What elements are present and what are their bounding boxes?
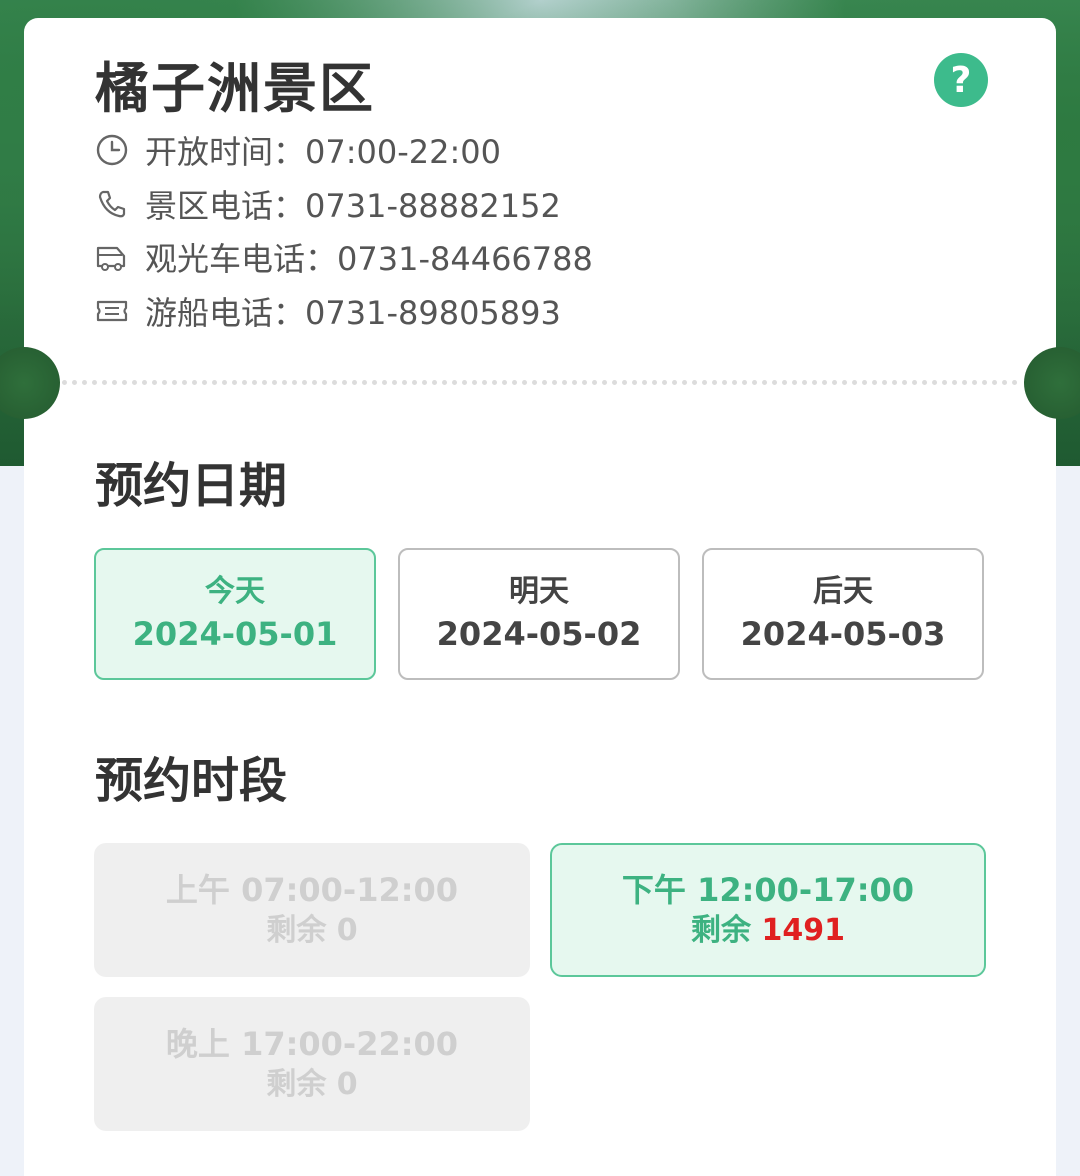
date-option-date: 2024-05-02 [436, 615, 642, 653]
ticket-perforation-divider [62, 380, 1018, 385]
slot-remaining: 剩余 0 [266, 1067, 358, 1102]
date-section-title: 预约日期 [95, 458, 288, 514]
info-text: 游船电话：0731-89805893 [145, 294, 561, 332]
info-shuttle-phone[interactable]: 观光车电话：0731-84466788 [95, 237, 593, 278]
slot-time: 晚上 17:00-22:00 [165, 1025, 459, 1063]
date-option-label: 明天 [509, 574, 569, 609]
scenic-title: 橘子洲景区 [95, 57, 375, 120]
phone-icon [95, 187, 129, 221]
clock-icon [95, 133, 129, 167]
info-opening-hours: 开放时间：07:00-22:00 [95, 130, 501, 171]
slot-remaining: 剩余 1491 [691, 913, 845, 948]
help-icon[interactable]: ? [934, 53, 988, 107]
slot-remaining: 剩余 0 [266, 913, 358, 948]
slot-evening: 晚上 17:00-22:00 剩余 0 [94, 997, 530, 1131]
info-boat-phone[interactable]: 游船电话：0731-89805893 [95, 291, 561, 332]
time-section-title: 预约时段 [95, 753, 288, 809]
slot-time: 上午 07:00-12:00 [165, 871, 459, 909]
date-option-day-after[interactable]: 后天 2024-05-03 [702, 548, 984, 680]
date-option-label: 后天 [813, 574, 873, 609]
slot-time: 下午 12:00-17:00 [621, 871, 915, 909]
date-option-label: 今天 [205, 574, 265, 609]
remaining-count: 1491 [761, 913, 845, 948]
slot-afternoon[interactable]: 下午 12:00-17:00 剩余 1491 [550, 843, 986, 977]
slot-morning: 上午 07:00-12:00 剩余 0 [94, 843, 530, 977]
date-option-tomorrow[interactable]: 明天 2024-05-02 [398, 548, 680, 680]
info-text: 景区电话：0731-88882152 [145, 187, 561, 225]
shuttle-bus-icon [95, 240, 129, 274]
ticket-icon [95, 294, 129, 328]
info-scenic-phone[interactable]: 景区电话：0731-88882152 [95, 184, 561, 225]
date-option-today[interactable]: 今天 2024-05-01 [94, 548, 376, 680]
info-text: 观光车电话：0731-84466788 [145, 240, 593, 278]
date-option-date: 2024-05-01 [132, 615, 338, 653]
date-option-date: 2024-05-03 [740, 615, 946, 653]
info-text: 开放时间：07:00-22:00 [145, 133, 501, 171]
